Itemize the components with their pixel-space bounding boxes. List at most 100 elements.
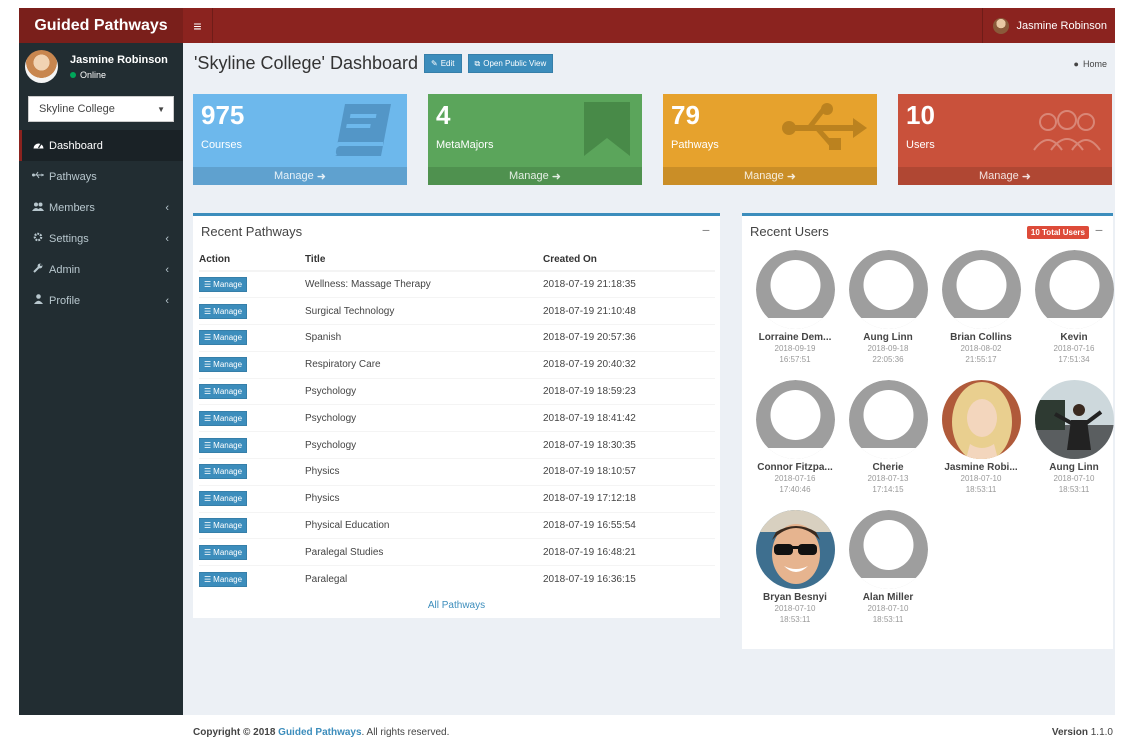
manage-pathway-button[interactable]: ☰ Manage [199,330,248,346]
external-link-icon: ⧉ [474,58,481,68]
user-card[interactable]: Cherie 2018-07-13 17:14:15 [842,380,934,495]
created-on-cell: 2018-07-19 16:55:54 [543,511,715,539]
pathway-title-cell: Respiratory Care [305,350,543,379]
table-row: ☰ Manage Respiratory Care 2018-07-19 20:40:… [199,350,715,379]
footer-brand-link[interactable]: Guided Pathways [278,727,361,738]
status-badge: Online [70,70,168,80]
arrow-circle-right-icon: ➜ [786,170,796,183]
manage-courses-link[interactable]: Manage ➜ [193,167,407,185]
user-card[interactable]: Brian Collins 2018-08-02 21:55:17 [935,250,1027,365]
pathway-title-cell: Physical Education [305,511,543,539]
usb-icon [31,171,45,182]
manage-pathway-button[interactable]: ☰ Manage [199,571,248,587]
user-name: Brian Collins [950,332,1012,343]
manage-users-link[interactable]: Manage ➜ [898,167,1112,185]
sidebar-item-members[interactable]: Members ‹ [19,192,183,223]
stat-box-courses: 975 Courses Manage ➜ [193,94,407,185]
stat-box-users: 10 Users Manage ➜ [898,94,1112,185]
action-cell: ☰ Manage [199,565,305,593]
sidebar-toggle-button[interactable]: ≡ [183,8,213,43]
breadcrumb[interactable]: ● Home [1074,59,1107,69]
sidebar-item-label: Admin [49,263,81,276]
table-row: ☰ Manage Spanish 2018-07-19 20:57:36 [199,324,715,352]
avatar [25,50,58,83]
pathway-title-cell: Psychology [305,431,543,459]
user-date: 2018-07-16 [1053,344,1095,353]
main-content: 'Skyline College' Dashboard ✎ Edit ⧉ Open … [183,43,1115,715]
list-icon: ☰ [204,547,212,557]
app-logo[interactable]: Guided Pathways [19,8,183,43]
app-logo-text: Guided Pathways [34,16,168,34]
manage-pathway-button[interactable]: ☰ Manage [199,544,248,560]
manage-pathway-button[interactable]: ☰ Manage [199,464,248,480]
avatar [992,17,1009,34]
user-card[interactable]: Bryan Besnyi 2018-07-10 18:53:11 [749,510,841,625]
table-row: ☰ Manage Psychology 2018-07-19 18:30:35 [199,431,715,459]
pathway-title-cell: Surgical Technology [305,297,543,325]
all-pathways-link[interactable]: All Pathways [193,600,720,611]
table-row: ☰ Manage Physics 2018-07-19 17:12:18 [199,484,715,513]
manage-label: Manage [213,360,243,370]
user-date: 2018-07-10 [867,604,909,613]
user-card[interactable]: Jasmine Robi... 2018-07-10 18:53:11 [935,380,1027,495]
manage-pathway-button[interactable]: ☰ Manage [199,384,248,400]
dashboard-icon: ● [1073,59,1079,69]
sidebar-item-profile[interactable]: Profile ‹ [19,285,183,316]
sidebar-item-label: Pathways [49,170,97,183]
college-select[interactable]: Skyline College ▼ [28,96,174,122]
user-card[interactable]: Aung Linn 2018-07-10 18:53:11 [1028,380,1120,495]
created-on-cell: 2018-07-19 18:30:35 [543,431,715,459]
sidebar-item-admin[interactable]: Admin ‹ [19,254,183,285]
edit-button-label: Edit [440,59,455,68]
created-on-cell: 2018-07-19 18:10:57 [543,458,715,486]
chevron-down-icon: ▼ [157,104,165,114]
user-card[interactable]: Aung Linn 2018-09-18 22:05:36 [842,250,934,365]
action-cell: ☰ Manage [199,297,305,325]
user-card[interactable]: Kevin 2018-07-16 17:51:34 [1028,250,1120,365]
created-on-cell: 2018-07-19 17:12:18 [543,484,715,513]
avatar [1034,250,1114,329]
stat-label: Pathways [671,139,719,151]
manage-pathway-button[interactable]: ☰ Manage [199,357,248,373]
collapse-minus-icon[interactable]: − [1095,222,1103,238]
column-header-created-on: Created On [543,249,715,272]
manage-pathway-button[interactable]: ☰ Manage [199,303,248,319]
sidebar-item-settings[interactable]: Settings ‹ [19,223,183,254]
user-card[interactable]: Connor Fitzpa... 2018-07-16 17:40:46 [749,380,841,495]
pathway-title-cell: Psychology [305,377,543,405]
manage-pathway-button[interactable]: ☰ Manage [199,410,248,426]
copyright-suffix: . All rights reserved. [361,727,450,738]
chevron-left-icon: ‹ [165,263,169,276]
created-on-cell: 2018-07-19 20:40:32 [543,350,715,379]
user-menu[interactable]: Jasmine Robinson [981,8,1116,43]
user-time: 18:53:11 [872,615,904,624]
user-date: 2018-07-16 [774,474,816,483]
version-number: 1.1.0 [1090,727,1113,738]
collapse-minus-icon[interactable]: − [702,222,710,238]
manage-label: Manage [213,440,243,450]
wrench-icon [31,263,45,276]
pathway-title-cell: Wellness: Massage Therapy [305,270,543,298]
user-card[interactable]: Lorraine Dem... 2018-09-19 16:57:51 [749,250,841,365]
sidebar-item-pathways[interactable]: Pathways [19,161,183,192]
manage-pathway-button[interactable]: ☰ Manage [199,518,248,534]
manage-pathways-link[interactable]: Manage ➜ [663,167,877,185]
sidebar-item-dashboard[interactable]: Dashboard [19,130,183,161]
manage-pathway-button[interactable]: ☰ Manage [199,437,248,453]
user-date: 2018-08-02 [960,344,1002,353]
copyright-text: Copyright © 2018 Guided Pathways. All ri… [193,727,449,738]
stat-label: Users [906,139,935,151]
table-row: ☰ Manage Paralegal 2018-07-19 16:36:15 [199,565,715,593]
manage-pathway-button[interactable]: ☰ Manage [199,277,248,293]
user-card[interactable]: Alan Miller 2018-07-10 18:53:11 [842,510,934,625]
user-date: 2018-07-10 [1053,474,1095,483]
manage-pathway-button[interactable]: ☰ Manage [199,491,248,507]
hamburger-icon: ≡ [193,17,202,34]
gear-icon [31,232,45,245]
open-public-view-button[interactable]: ⧉ Open Public View [467,54,554,73]
stat-box-pathways: 79 Pathways Manage ➜ [663,94,877,185]
recent-pathways-title: Recent Pathways [201,224,303,239]
manage-metamajors-link[interactable]: Manage ➜ [428,167,642,185]
manage-label: Manage [509,170,549,182]
edit-button[interactable]: ✎ Edit [424,54,462,73]
